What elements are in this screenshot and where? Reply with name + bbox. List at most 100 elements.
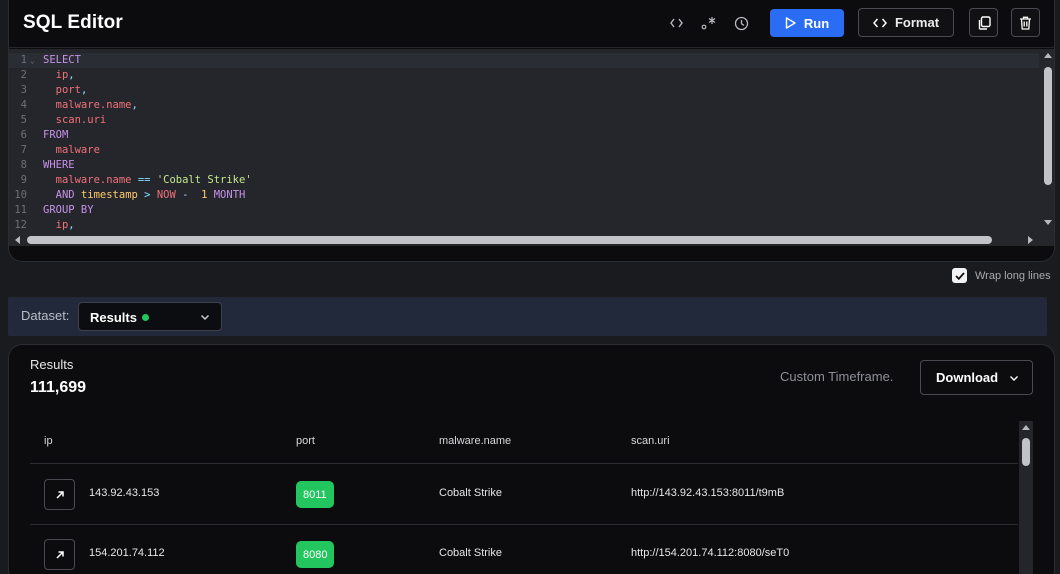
line-number: 11: [14, 204, 27, 216]
code-line[interactable]: 10 AND timestamp > NOW - 1 MONTH: [9, 188, 1039, 203]
column-header-malware-name[interactable]: malware.name: [439, 435, 511, 447]
scroll-right-arrow-icon[interactable]: [1028, 236, 1033, 244]
code-token: ,: [68, 69, 75, 81]
chevron-down-icon: [1010, 375, 1019, 381]
table-row[interactable]: 154.201.74.112 8080 Cobalt Strike http:/…: [30, 524, 1018, 574]
code-token: ip: [43, 69, 69, 81]
arrow-up-right-icon: [55, 490, 64, 499]
download-label: Download: [936, 370, 999, 385]
code-icon: [872, 18, 887, 27]
editor-vertical-scrollbar[interactable]: [1040, 49, 1054, 233]
fold-chevron-icon[interactable]: ⌄: [30, 53, 35, 68]
cell-scan-uri: http://143.92.43.153:8011/t9mB: [631, 487, 785, 499]
code-token: ==: [131, 174, 157, 186]
code-text: WHERE: [43, 158, 75, 173]
format-button[interactable]: Format: [858, 8, 954, 37]
code-editor[interactable]: 1 ⌄ SELECT 2 ip, 3 port, 4 malware.name, 5 sca…: [9, 49, 1054, 233]
code-line[interactable]: 8 WHERE: [9, 158, 1039, 173]
code-line[interactable]: 9 malware.name == 'Cobalt Strike': [9, 173, 1039, 188]
scroll-thumb[interactable]: [1022, 438, 1030, 466]
cell-ip: 154.201.74.112: [89, 547, 165, 559]
code-line[interactable]: 1 ⌄ SELECT: [9, 53, 1039, 68]
regex-icon[interactable]: [699, 13, 719, 33]
code-line[interactable]: 12 ip,: [9, 218, 1039, 233]
status-dot: [142, 314, 149, 321]
port-badge: 8080: [296, 541, 335, 568]
code-text: malware.name,: [43, 98, 138, 113]
line-number: 8: [20, 159, 27, 171]
code-token: scan.uri: [43, 114, 107, 126]
dataset-select[interactable]: Results: [78, 302, 222, 331]
run-button[interactable]: Run: [770, 9, 844, 37]
delete-button[interactable]: [1011, 8, 1040, 37]
cell-malware-name: Cobalt Strike: [439, 487, 502, 499]
code-text: scan.uri: [43, 113, 107, 128]
code-line[interactable]: 5 scan.uri: [9, 113, 1039, 128]
open-row-button[interactable]: [44, 479, 75, 510]
column-header-scan-uri[interactable]: scan.uri: [631, 435, 670, 447]
dataset-value: Results: [90, 310, 137, 325]
code-token: WHERE: [43, 159, 75, 171]
scroll-thumb[interactable]: [1044, 67, 1052, 185]
code-token: malware.name: [43, 99, 132, 111]
sql-editor-panel: SQL Editor Run Format 1 ⌄ SELECT 2 ip, 3 por…: [8, 0, 1055, 262]
line-number: 6: [20, 129, 27, 141]
code-token: SELECT: [43, 54, 81, 66]
line-number: 4: [20, 99, 27, 111]
wrap-long-lines-toggle[interactable]: Wrap long lines: [952, 268, 1051, 283]
chevron-down-icon: [201, 315, 209, 320]
scroll-down-arrow-icon[interactable]: [1044, 220, 1052, 225]
trash-icon: [1020, 16, 1031, 30]
code-line[interactable]: 7 malware: [9, 143, 1039, 158]
line-number: 10: [14, 189, 27, 201]
column-header-ip[interactable]: ip: [44, 435, 53, 447]
code-text: ip,: [43, 68, 75, 83]
copy-button[interactable]: [969, 8, 998, 37]
code-token: AND: [43, 189, 81, 201]
code-line[interactable]: 11 GROUP BY: [9, 203, 1039, 218]
column-header-port[interactable]: port: [296, 435, 315, 447]
results-panel: Results 111,699 Custom Timeframe. Downlo…: [8, 344, 1055, 574]
cell-ip: 143.92.43.153: [89, 487, 160, 499]
code-text: GROUP BY: [43, 203, 94, 218]
scroll-up-arrow-icon[interactable]: [1044, 53, 1052, 58]
open-row-button[interactable]: [44, 539, 75, 570]
dataset-label: Dataset:: [21, 308, 70, 323]
code-token: NOW: [156, 189, 176, 201]
table-row[interactable]: 143.92.43.153 8011 Cobalt Strike http://…: [30, 464, 1018, 524]
line-number: 7: [20, 144, 27, 156]
results-vertical-scrollbar[interactable]: [1019, 421, 1033, 574]
editor-horizontal-scrollbar[interactable]: [9, 233, 1054, 246]
code-token: -: [175, 189, 202, 201]
history-icon[interactable]: [731, 13, 751, 33]
scroll-up-arrow-icon[interactable]: [1022, 425, 1030, 430]
line-number: 9: [20, 174, 27, 186]
line-number: 3: [20, 84, 27, 96]
line-number: 1: [20, 54, 27, 66]
scroll-left-arrow-icon[interactable]: [15, 236, 20, 244]
code-token: >: [137, 189, 157, 201]
code-icon[interactable]: [666, 13, 686, 33]
code-text: SELECT: [43, 53, 81, 68]
code-line[interactable]: 4 malware.name,: [9, 98, 1039, 113]
port-badge: 8011: [296, 481, 334, 508]
code-line[interactable]: 2 ip,: [9, 68, 1039, 83]
code-text: malware.name == 'Cobalt Strike': [43, 173, 252, 188]
code-token: ip: [43, 219, 69, 231]
editor-header: SQL Editor Run Format: [9, 0, 1054, 48]
code-token: malware: [43, 144, 100, 156]
results-count: 111,699: [30, 379, 87, 396]
code-line[interactable]: 6 FROM: [9, 128, 1039, 143]
copy-icon: [978, 15, 991, 30]
page-title: SQL Editor: [23, 12, 123, 33]
code-token: ,: [80, 84, 88, 96]
custom-timeframe-text: Custom Timeframe.: [780, 369, 894, 384]
dataset-bar: Dataset: Results: [8, 297, 1047, 336]
code-line[interactable]: 3 port,: [9, 83, 1039, 98]
scroll-thumb[interactable]: [27, 236, 992, 244]
code-token: MONTH: [207, 189, 246, 201]
wrap-checkbox[interactable]: [952, 268, 967, 283]
code-text: AND timestamp > NOW - 1 MONTH: [43, 188, 246, 203]
download-button[interactable]: Download: [920, 360, 1033, 395]
line-number: 12: [14, 219, 27, 231]
